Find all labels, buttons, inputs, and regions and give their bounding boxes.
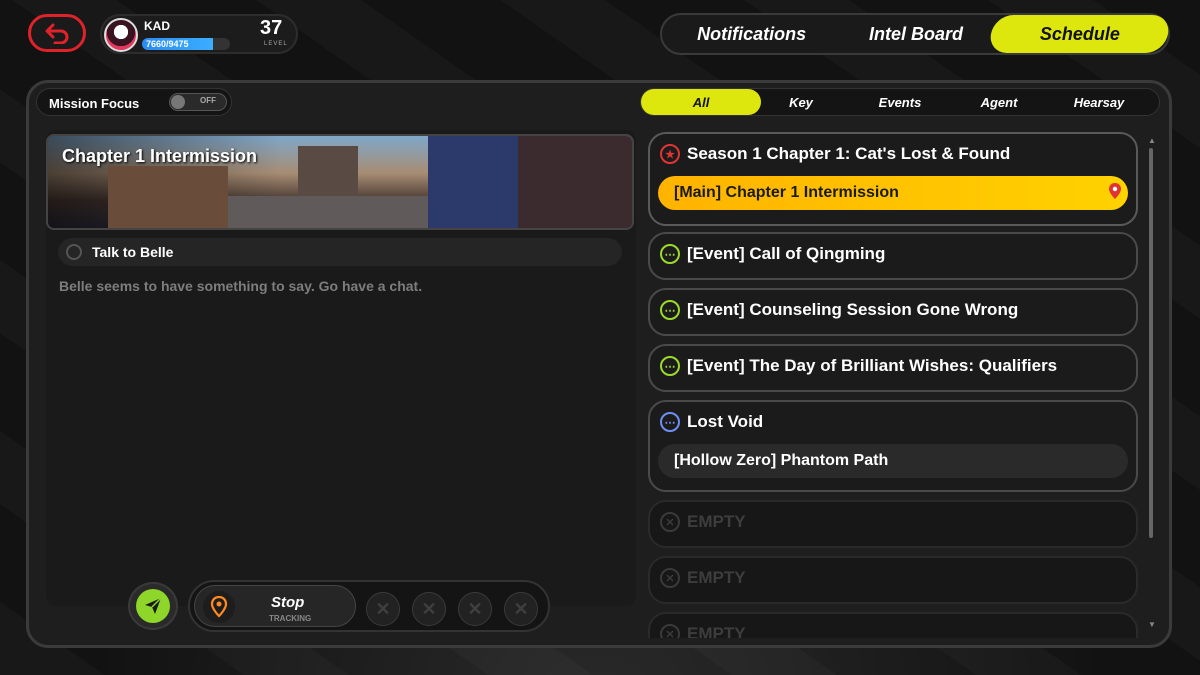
empty-icon: ✕ bbox=[660, 512, 680, 532]
filter-events[interactable]: Events bbox=[841, 89, 959, 115]
dots-icon: ⋯ bbox=[660, 300, 680, 320]
quest-card-empty: ✕ EMPTY bbox=[648, 612, 1138, 638]
empty-icon: ✕ bbox=[660, 624, 680, 638]
filter-key[interactable]: Key bbox=[761, 89, 841, 115]
paper-plane-icon bbox=[145, 597, 162, 614]
empty-slot: ✕ bbox=[412, 592, 446, 626]
toggle-knob bbox=[171, 95, 185, 109]
banner-building bbox=[518, 136, 632, 228]
quest-sub-hollow-zero[interactable]: [Hollow Zero] Phantom Path bbox=[658, 444, 1128, 478]
avatar bbox=[104, 18, 138, 52]
scroll-up-icon[interactable]: ▲ bbox=[1148, 136, 1156, 145]
quest-card-event[interactable]: ⋯ [Event] The Day of Brilliant Wishes: Q… bbox=[648, 344, 1138, 392]
dots-icon: ⋯ bbox=[660, 412, 680, 432]
task-row[interactable]: Talk to Belle bbox=[58, 238, 622, 266]
filter-all-label: All bbox=[692, 94, 710, 110]
filter-tabs: All Key Events Agent Hearsay bbox=[640, 88, 1160, 116]
player-name: KAD bbox=[144, 19, 170, 33]
empty-icon: ✕ bbox=[660, 568, 680, 588]
quest-title: EMPTY bbox=[687, 512, 746, 531]
tab-notifications[interactable]: Notifications bbox=[662, 15, 841, 53]
quest-sub-label: [Main] Chapter 1 Intermission bbox=[674, 184, 899, 201]
mission-focus-toggle-bar: Mission Focus OFF bbox=[36, 88, 232, 116]
empty-slot: ✕ bbox=[458, 592, 492, 626]
dots-icon: ⋯ bbox=[660, 244, 680, 264]
quest-sub-label: [Hollow Zero] Phantom Path bbox=[674, 452, 889, 469]
quest-banner-title: Chapter 1 Intermission bbox=[62, 146, 258, 166]
player-level: 37 bbox=[260, 17, 283, 39]
filter-all[interactable]: All bbox=[641, 89, 761, 115]
filter-hearsay-label: Hearsay bbox=[1073, 94, 1125, 110]
quest-card-main[interactable]: ★ Season 1 Chapter 1: Cat's Lost & Found… bbox=[648, 132, 1138, 226]
task-status-icon bbox=[66, 244, 82, 260]
navigate-button[interactable] bbox=[128, 582, 178, 630]
empty-slot: ✕ bbox=[504, 592, 538, 626]
task-label: Talk to Belle bbox=[92, 244, 174, 260]
task-description: Belle seems to have something to say. Go… bbox=[59, 278, 423, 294]
toggle-state: OFF bbox=[200, 96, 216, 105]
tab-intel-board-label: Intel Board bbox=[868, 23, 963, 44]
quest-title: Lost Void bbox=[687, 412, 764, 431]
quest-list-scrollbar[interactable]: ▲ ▼ bbox=[1148, 136, 1156, 630]
quest-list: ★ Season 1 Chapter 1: Cat's Lost & Found… bbox=[640, 128, 1148, 638]
banner-building bbox=[428, 136, 518, 228]
tab-notifications-label: Notifications bbox=[697, 23, 807, 44]
navigate-icon-bg bbox=[136, 589, 170, 623]
tab-schedule[interactable]: Schedule bbox=[987, 15, 1172, 53]
stop-label: Stop bbox=[271, 594, 305, 611]
quest-card-lost-void[interactable]: ⋯ Lost Void [Hollow Zero] Phantom Path bbox=[648, 400, 1138, 492]
filter-key-label: Key bbox=[789, 94, 813, 110]
tab-schedule-label: Schedule bbox=[1039, 23, 1120, 44]
quest-card-empty: ✕ EMPTY bbox=[648, 500, 1138, 548]
banner-building bbox=[108, 166, 228, 228]
quest-title: Season 1 Chapter 1: Cat's Lost & Found bbox=[687, 144, 1011, 163]
scroll-down-icon[interactable]: ▼ bbox=[1148, 620, 1156, 629]
quest-title: EMPTY bbox=[687, 624, 746, 638]
location-pin-icon bbox=[203, 591, 235, 623]
filter-hearsay[interactable]: Hearsay bbox=[1039, 89, 1159, 115]
xp-text: 7660/9475 bbox=[146, 39, 189, 49]
filter-agent[interactable]: Agent bbox=[959, 89, 1039, 115]
quest-banner: Chapter 1 Intermission bbox=[46, 134, 634, 230]
tracking-label: TRACKING bbox=[269, 614, 312, 623]
filter-agent-label: Agent bbox=[980, 94, 1018, 110]
dots-icon: ⋯ bbox=[660, 356, 680, 376]
stop-tracking-button[interactable]: Stop TRACKING bbox=[194, 585, 356, 627]
quest-card-empty: ✕ EMPTY bbox=[648, 556, 1138, 604]
quest-title: EMPTY bbox=[687, 568, 746, 587]
top-tabs: Notifications Intel Board Schedule bbox=[660, 13, 1172, 55]
mission-focus-toggle[interactable]: OFF bbox=[169, 93, 227, 111]
quest-card-event[interactable]: ⋯ [Event] Call of Qingming bbox=[648, 232, 1138, 280]
tab-intel-board[interactable]: Intel Board bbox=[841, 15, 990, 53]
quest-title: [Event] Call of Qingming bbox=[687, 244, 886, 263]
quest-card-event[interactable]: ⋯ [Event] Counseling Session Gone Wrong bbox=[648, 288, 1138, 336]
tracking-bar: Stop TRACKING ✕ ✕ ✕ ✕ bbox=[188, 580, 550, 632]
empty-slot: ✕ bbox=[366, 592, 400, 626]
quest-sub-main[interactable]: [Main] Chapter 1 Intermission bbox=[658, 176, 1128, 210]
level-label: LEVEL bbox=[264, 41, 288, 47]
back-arrow-icon bbox=[45, 23, 69, 44]
star-icon: ★ bbox=[660, 144, 680, 164]
quest-title: [Event] The Day of Brilliant Wishes: Qua… bbox=[687, 356, 1058, 375]
back-button[interactable] bbox=[28, 14, 86, 52]
quest-title: [Event] Counseling Session Gone Wrong bbox=[687, 300, 1019, 319]
banner-street bbox=[228, 196, 448, 228]
mission-focus-label: Mission Focus bbox=[49, 96, 140, 111]
scrollbar-thumb[interactable] bbox=[1149, 148, 1153, 538]
xp-bar: 7660/9475 bbox=[142, 38, 230, 50]
player-profile[interactable]: KAD 7660/9475 37 LEVEL bbox=[100, 14, 298, 54]
map-pin-icon bbox=[1109, 183, 1121, 199]
filter-events-label: Events bbox=[878, 94, 922, 110]
